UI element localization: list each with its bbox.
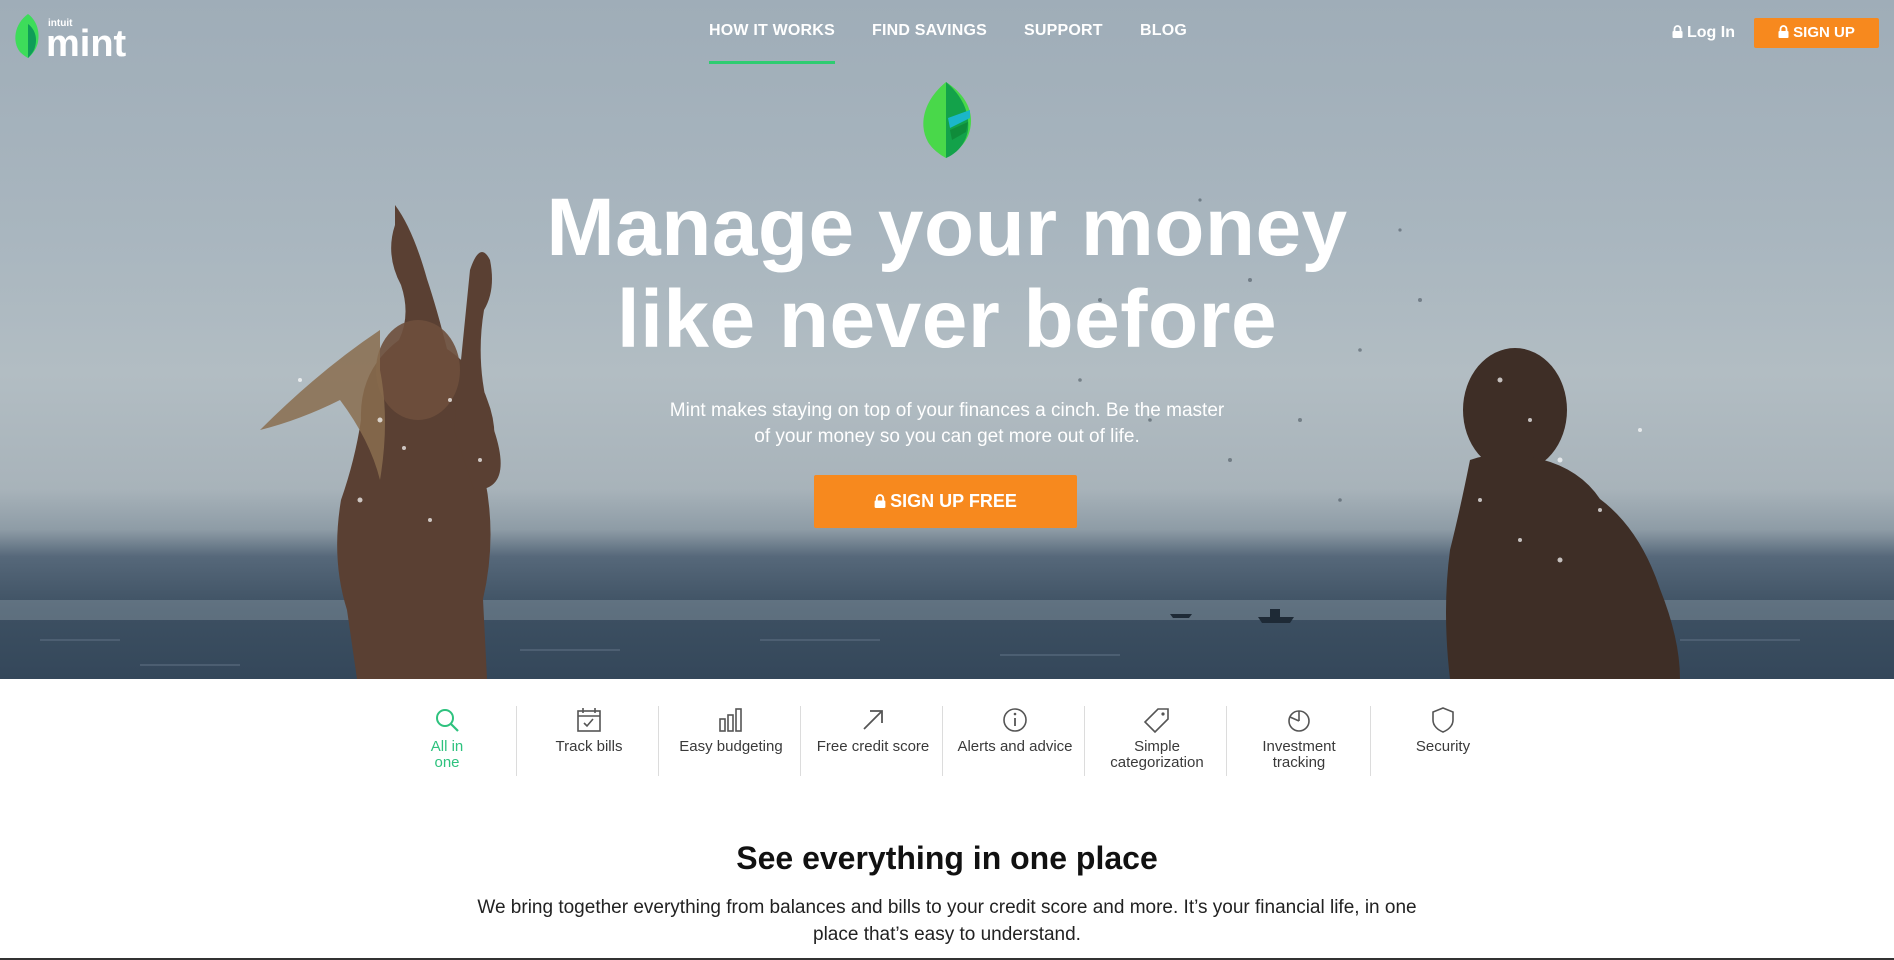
main-nav: HOW IT WORKS FIND SAVINGS SUPPORT BLOG (0, 22, 1894, 66)
login-label: Log In (1687, 24, 1735, 41)
signup-button[interactable]: SIGN UP (1754, 18, 1879, 48)
tab-divider (658, 706, 659, 776)
mint-leaf-icon (923, 82, 972, 158)
tab-divider (1370, 706, 1371, 776)
subtext-line-1: Mint makes staying on top of your financ… (669, 400, 1225, 421)
lock-icon (1672, 25, 1683, 38)
hero-section: intuit mint HOW IT WORKS FIND SAVINGS SU… (0, 0, 1894, 679)
feature-tabs: All in one Track bills Easy budgeting Fr… (0, 679, 1894, 799)
tab-label: Free credit score (816, 738, 930, 755)
nav-how-it-works[interactable]: HOW IT WORKS (709, 22, 835, 64)
tab-all-in-one[interactable]: All in one (376, 705, 518, 785)
tab-label: All in one (430, 738, 464, 771)
arrow-up-right-icon (863, 710, 883, 730)
tab-label: Track bills (555, 738, 623, 755)
pie-chart-icon (1288, 710, 1310, 732)
section-text-line-1: We bring together everything from balanc… (477, 897, 1417, 918)
nav-support[interactable]: SUPPORT (1024, 22, 1103, 40)
nav-find-savings[interactable]: FIND SAVINGS (872, 22, 987, 40)
signup-free-button[interactable]: SIGN UP FREE (814, 475, 1077, 528)
tab-easy-budgeting[interactable]: Easy budgeting (660, 705, 802, 785)
calendar-check-icon (577, 708, 601, 732)
shield-icon (1432, 707, 1454, 733)
tab-alerts-and-advice[interactable]: Alerts and advice (944, 705, 1086, 785)
tab-free-credit-score[interactable]: Free credit score (802, 705, 944, 785)
signup-label: SIGN UP (1793, 24, 1855, 41)
tab-divider (942, 706, 943, 776)
hero-subtext: Mint makes staying on top of your financ… (647, 398, 1247, 450)
section-text-line-2: place that’s easy to understand. (813, 924, 1081, 945)
subtext-line-2: of your money so you can get more out of… (754, 426, 1140, 447)
hero-headline: Manage your money like never before (447, 182, 1447, 366)
tab-track-bills[interactable]: Track bills (518, 705, 660, 785)
tab-divider (1226, 706, 1227, 776)
section-title: See everything in one place (736, 840, 1158, 876)
tab-divider (1084, 706, 1085, 776)
tab-label: Security (1415, 738, 1471, 755)
tab-divider (800, 706, 801, 776)
lock-icon (1778, 25, 1789, 38)
section-text: We bring together everything from balanc… (447, 894, 1447, 948)
lock-icon (874, 494, 886, 508)
bar-chart-icon (719, 708, 742, 732)
tag-icon (1143, 708, 1169, 734)
tab-investment-tracking[interactable]: Investment tracking (1228, 705, 1370, 785)
tab-label: Alerts and advice (957, 738, 1073, 755)
tab-security[interactable]: Security (1372, 705, 1514, 785)
nav-blog[interactable]: BLOG (1140, 22, 1187, 40)
tab-simple-categorization[interactable]: Simple categorization (1086, 705, 1228, 785)
tab-label: Easy budgeting (679, 738, 783, 755)
tab-label: Simple categorization (1110, 738, 1204, 771)
headline-line-2: like never before (616, 274, 1278, 365)
headline-line-1: Manage your money (546, 182, 1348, 273)
login-link[interactable]: Log In (1672, 24, 1735, 42)
tab-label: Investment tracking (1262, 738, 1336, 771)
info-icon (1003, 708, 1027, 732)
search-icon (436, 709, 459, 732)
cta-label: SIGN UP FREE (890, 491, 1017, 511)
tab-divider (516, 706, 517, 776)
